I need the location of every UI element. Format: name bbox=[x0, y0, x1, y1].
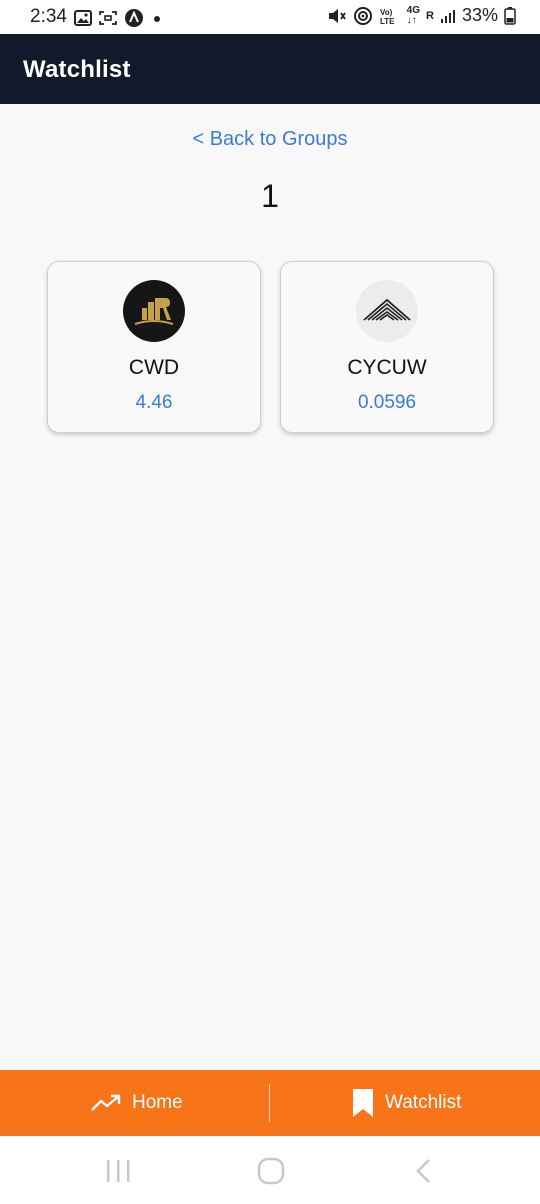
back-to-groups-link[interactable]: < Back to Groups bbox=[0, 128, 540, 151]
volte-icon: Vo) LTE bbox=[380, 8, 395, 25]
svg-text:Vo): Vo) bbox=[380, 8, 393, 17]
nav-watchlist-label: Watchlist bbox=[385, 1092, 462, 1113]
signal-icon bbox=[440, 9, 455, 23]
dot-icon bbox=[154, 16, 160, 22]
system-nav-bar bbox=[0, 1136, 540, 1204]
battery-percent: 33% bbox=[461, 5, 498, 25]
gallery-icon bbox=[74, 10, 92, 26]
nav-home-label: Home bbox=[132, 1092, 183, 1113]
status-time: 2:34 bbox=[30, 6, 67, 27]
bookmark-icon bbox=[353, 1089, 373, 1117]
nav-watchlist-button[interactable]: Watchlist bbox=[351, 1070, 461, 1136]
svg-text:LTE: LTE bbox=[380, 17, 395, 25]
stock-symbol: CWD bbox=[128, 356, 180, 379]
group-name: 1 bbox=[261, 178, 279, 214]
bottom-nav: Home Watchlist bbox=[0, 1070, 540, 1136]
nav-home-button[interactable]: Home bbox=[90, 1070, 183, 1136]
stock-card-cwd[interactable]: CWD 4.46 bbox=[47, 261, 261, 433]
stock-price: 4.46 bbox=[135, 392, 173, 413]
back-icon[interactable] bbox=[410, 1157, 436, 1185]
screenshot-icon bbox=[99, 11, 117, 25]
app-icon bbox=[125, 9, 143, 27]
roof-logo-icon bbox=[356, 280, 418, 342]
trend-up-icon bbox=[91, 1094, 121, 1111]
stock-card-cycuw[interactable]: CYCUW 0.0596 bbox=[280, 261, 494, 433]
app-header: Watchlist bbox=[0, 34, 540, 104]
recents-icon[interactable] bbox=[104, 1158, 134, 1184]
stock-symbol: CYCUW bbox=[347, 356, 427, 379]
building-logo-icon bbox=[123, 280, 185, 342]
nav-divider bbox=[269, 1084, 270, 1122]
status-bar: 2:34 Vo) LTE 4G ↓↑ R 33% bbox=[0, 0, 540, 34]
home-icon[interactable] bbox=[256, 1157, 286, 1185]
mute-icon bbox=[328, 8, 346, 23]
stock-price: 0.0596 bbox=[357, 392, 417, 413]
page-title: Watchlist bbox=[23, 56, 131, 83]
notification-icons bbox=[74, 8, 164, 28]
hotspot-icon bbox=[353, 6, 372, 25]
battery-icon bbox=[504, 6, 516, 25]
system-status-icons: Vo) LTE 4G ↓↑ R 33% bbox=[327, 5, 516, 26]
network-type: 4G ↓↑ bbox=[406, 4, 421, 26]
roaming-indicator: R bbox=[426, 9, 434, 22]
